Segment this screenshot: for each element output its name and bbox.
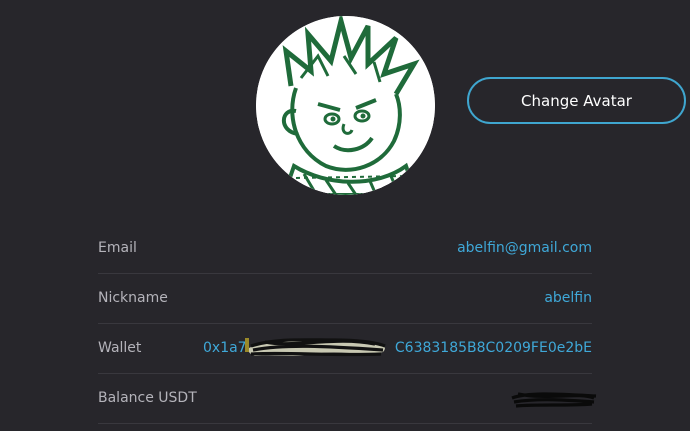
nickname-row: Nickname abelfin — [98, 274, 592, 324]
wallet-row: Wallet 0x1a7 C6383185B8C0209FE0e2bE — [98, 324, 592, 374]
profile-info-list: Email abelfin@gmail.com Nickname abelfin… — [98, 224, 597, 424]
wallet-value-start: 0x1a7 — [203, 340, 247, 356]
email-row: Email abelfin@gmail.com — [98, 224, 592, 274]
wallet-redaction-scribble — [245, 338, 386, 357]
avatar-illustration — [256, 16, 435, 195]
balance-row: Balance USDT — [98, 374, 597, 424]
balance-label: Balance USDT — [98, 390, 197, 406]
nickname-label: Nickname — [98, 290, 168, 306]
change-avatar-button[interactable]: Change Avatar — [467, 77, 686, 124]
wallet-label: Wallet — [98, 340, 142, 356]
avatar — [256, 16, 435, 195]
nickname-value: abelfin — [544, 290, 592, 306]
wallet-value-end: C6383185B8C0209FE0e2bE — [394, 340, 592, 356]
email-label: Email — [98, 240, 137, 256]
profile-page: Change Avatar Email abelfin@gmail.com Ni… — [0, 0, 690, 431]
email-value: abelfin@gmail.com — [457, 240, 592, 256]
balance-redaction-scribble — [511, 392, 597, 408]
